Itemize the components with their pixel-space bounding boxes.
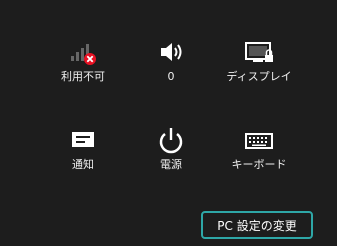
change-pc-settings-link[interactable]: PC 設定の変更 bbox=[201, 211, 313, 239]
speaker-icon bbox=[151, 34, 191, 66]
notifications-label: 通知 bbox=[72, 158, 94, 171]
network-label: 利用不可 bbox=[61, 70, 105, 83]
power-label: 電源 bbox=[160, 158, 182, 171]
power-icon bbox=[151, 122, 191, 154]
keyboard-icon bbox=[239, 122, 279, 154]
display-tile[interactable]: ディスプレイ bbox=[214, 34, 304, 94]
network-tile[interactable]: 利用不可 bbox=[38, 34, 128, 94]
power-tile[interactable]: 電源 bbox=[126, 122, 216, 182]
settings-pane: 利用不可 0 ディスプレイ 通知 電源 キーボード PC 設定の変更 bbox=[0, 0, 337, 246]
notifications-tile[interactable]: 通知 bbox=[38, 122, 128, 182]
keyboard-label: キーボード bbox=[231, 158, 287, 171]
display-label: ディスプレイ bbox=[226, 70, 292, 83]
volume-label: 0 bbox=[167, 70, 175, 83]
notification-icon bbox=[63, 122, 103, 154]
volume-tile[interactable]: 0 bbox=[126, 34, 216, 94]
keyboard-tile[interactable]: キーボード bbox=[214, 122, 304, 182]
display-icon bbox=[239, 34, 279, 66]
network-unavailable-icon bbox=[63, 34, 103, 66]
